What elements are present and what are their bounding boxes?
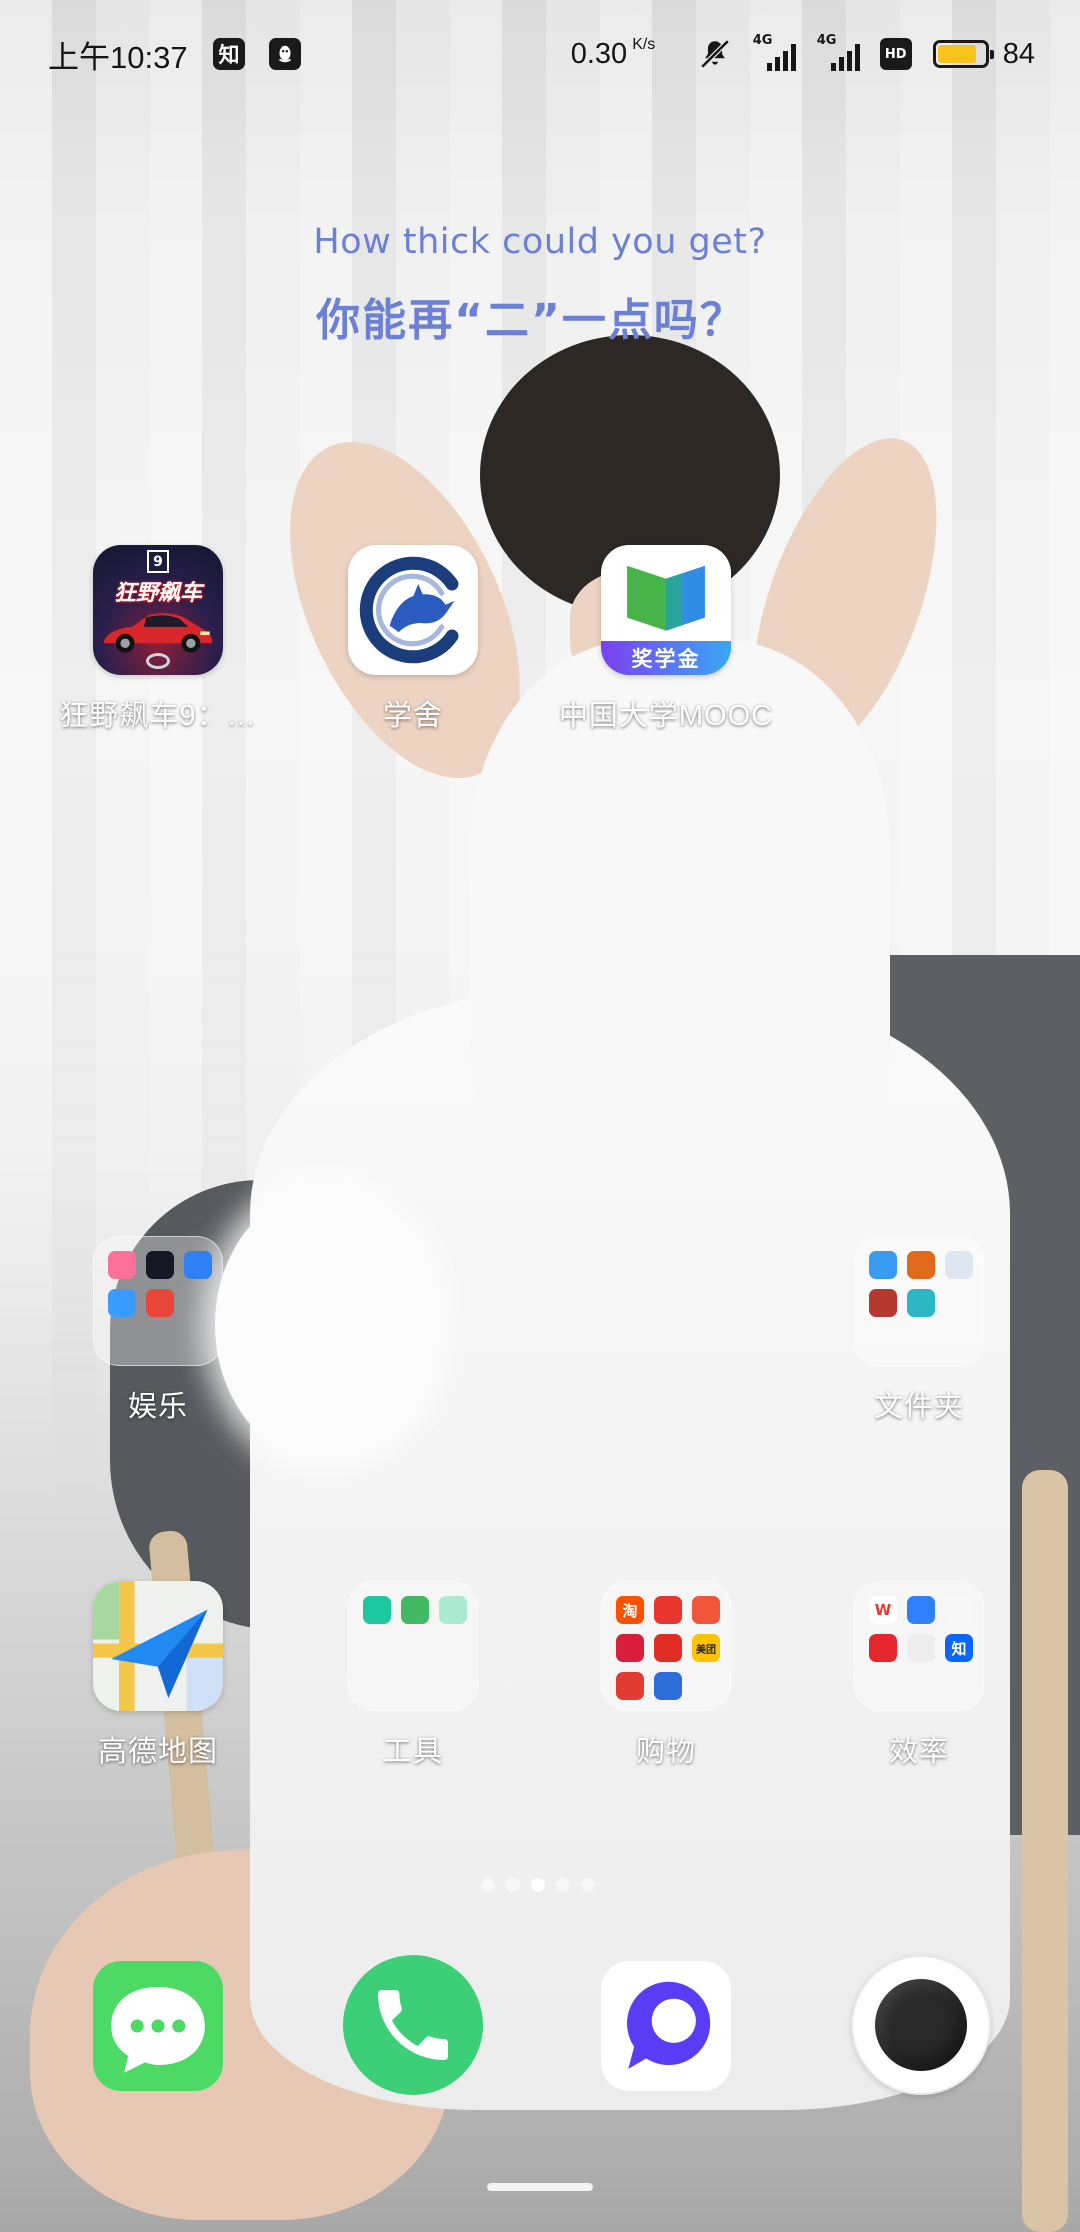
folder-label: 购物	[635, 1736, 696, 1768]
page-dot[interactable]	[506, 1878, 520, 1892]
phone-handset-icon	[378, 1990, 448, 2060]
home-screen: 上午10:37 知 0.30 K/s 4G 4G HD 84 How thick…	[0, 0, 1080, 2232]
meituan-icon: 美团	[692, 1634, 720, 1662]
zhihu-notification-icon: 知	[213, 38, 245, 70]
asphalt-9-icon[interactable]: 9 狂野飙车	[93, 545, 223, 675]
video-play-icon	[108, 1289, 136, 1317]
page-dot[interactable]	[481, 1878, 495, 1892]
battery-icon	[932, 40, 994, 68]
douyin-icon	[146, 1251, 174, 1279]
reading-app-icon	[146, 1289, 174, 1317]
network-speed: 0.30 K/s	[570, 35, 674, 71]
taobao-icon: 淘	[616, 1596, 644, 1624]
camera-app[interactable]	[851, 1955, 991, 2095]
purple-chat-app[interactable]	[601, 1961, 731, 2091]
folder-grid[interactable]	[93, 1236, 223, 1366]
browser-icon	[184, 1251, 212, 1279]
messages-app[interactable]	[93, 1961, 223, 2091]
blue-ring-app-icon	[869, 1251, 897, 1279]
zhihu-badge-text: 知	[218, 43, 240, 67]
app-amap[interactable]: 高德地图	[31, 1581, 285, 1768]
app-xueshe[interactable]: 学舍	[286, 545, 540, 732]
blue-pen-icon	[907, 1596, 935, 1624]
page-dot-active[interactable]	[531, 1878, 545, 1892]
page-indicator[interactable]	[481, 1878, 595, 1892]
clock: 上午10:37	[48, 39, 188, 75]
zhihu-icon: 知	[945, 1634, 973, 1662]
pinduoduo-icon	[654, 1634, 682, 1662]
folder-efficiency[interactable]: W知 效率	[792, 1581, 1046, 1768]
network-speed-unit: K/s	[632, 35, 656, 53]
fire-game-icon	[907, 1251, 935, 1279]
app-asphalt-9[interactable]: 9 狂野飙车 狂野飙车9：…	[31, 545, 285, 732]
home-gesture-bar[interactable]	[487, 2183, 593, 2191]
black-ball-app-icon	[907, 1289, 935, 1317]
purple-ring-app-icon	[627, 1981, 711, 2069]
network-speed-value: 0.30	[570, 37, 628, 70]
widget-quote-chinese[interactable]: 你能再“二”一点吗？	[0, 284, 1062, 348]
colorful-grid-icon	[945, 1596, 973, 1624]
folder-label: 文件夹	[873, 1391, 964, 1423]
reader-book-icon	[907, 1634, 935, 1662]
app-china-university-mooc[interactable]: 奖学金 中国大学MOOC	[539, 545, 793, 732]
folder-grid[interactable]	[854, 1236, 984, 1366]
red-card-icon	[616, 1672, 644, 1700]
camera-shutter-icon	[875, 1979, 967, 2071]
folder-files[interactable]: 文件夹	[792, 1236, 1046, 1423]
app-label: 高德地图	[97, 1736, 218, 1768]
page-dot[interactable]	[556, 1878, 570, 1892]
qq-notification-icon	[269, 38, 301, 70]
folder-label: 娱乐	[127, 1391, 188, 1423]
location-pin-icon	[401, 1596, 429, 1624]
folder-entertainment[interactable]: 娱乐	[31, 1236, 285, 1423]
app-label: 学舍	[382, 700, 443, 732]
tmall-icon	[654, 1596, 682, 1624]
scholarship-banner: 奖学金	[601, 641, 731, 675]
panda-game-icon	[945, 1251, 973, 1279]
umbrella-weather-icon	[363, 1596, 391, 1624]
asphalt-9-badge: 9	[147, 550, 169, 573]
sim2-signal-icon: 4G	[817, 33, 860, 71]
app-label: 狂野飙车9：…	[59, 700, 257, 732]
jd-daojia-icon	[692, 1596, 720, 1624]
folder-shopping[interactable]: 淘美团 购物	[539, 1581, 793, 1768]
railway-12306-icon	[654, 1672, 682, 1700]
folder-tools[interactable]: 工具	[286, 1581, 540, 1768]
battery-level-fill	[937, 45, 977, 63]
racing-game-icon	[869, 1289, 897, 1317]
phone-app[interactable]	[343, 1955, 483, 2095]
dolphin-c-icon[interactable]	[348, 545, 478, 675]
red-shop-icon	[616, 1634, 644, 1662]
folder-grid[interactable]	[348, 1581, 478, 1711]
open-book-icon[interactable]: 奖学金	[601, 545, 731, 675]
app-label: 中国大学MOOC	[558, 700, 774, 732]
sim1-signal-icon: 4G	[753, 33, 796, 71]
race-car-icon	[104, 613, 213, 653]
status-bar-left: 上午10:37 知	[48, 32, 301, 76]
battery-percent: 84	[1002, 37, 1035, 70]
folder-label: 工具	[382, 1736, 443, 1768]
folder-grid[interactable]: W知	[854, 1581, 984, 1711]
wps-icon: W	[869, 1596, 897, 1624]
hd-voice-icon: HD	[879, 38, 912, 70]
folder-grid[interactable]: 淘美团	[601, 1581, 731, 1711]
bilibili-icon	[108, 1251, 136, 1279]
green-utility-icon	[439, 1596, 467, 1624]
chat-bubble-icon	[111, 1987, 205, 2073]
bell-mute-icon	[698, 37, 732, 71]
youdao-dict-icon	[869, 1634, 897, 1662]
gameloft-logo-icon	[146, 653, 170, 669]
widget-quote-english[interactable]: How thick could you get?	[0, 222, 1080, 262]
paper-plane-map-icon[interactable]	[93, 1581, 223, 1711]
status-bar-right: 0.30 K/s 4G 4G HD 84	[571, 32, 1035, 76]
folder-label: 效率	[888, 1736, 949, 1768]
page-dot[interactable]	[581, 1878, 595, 1892]
